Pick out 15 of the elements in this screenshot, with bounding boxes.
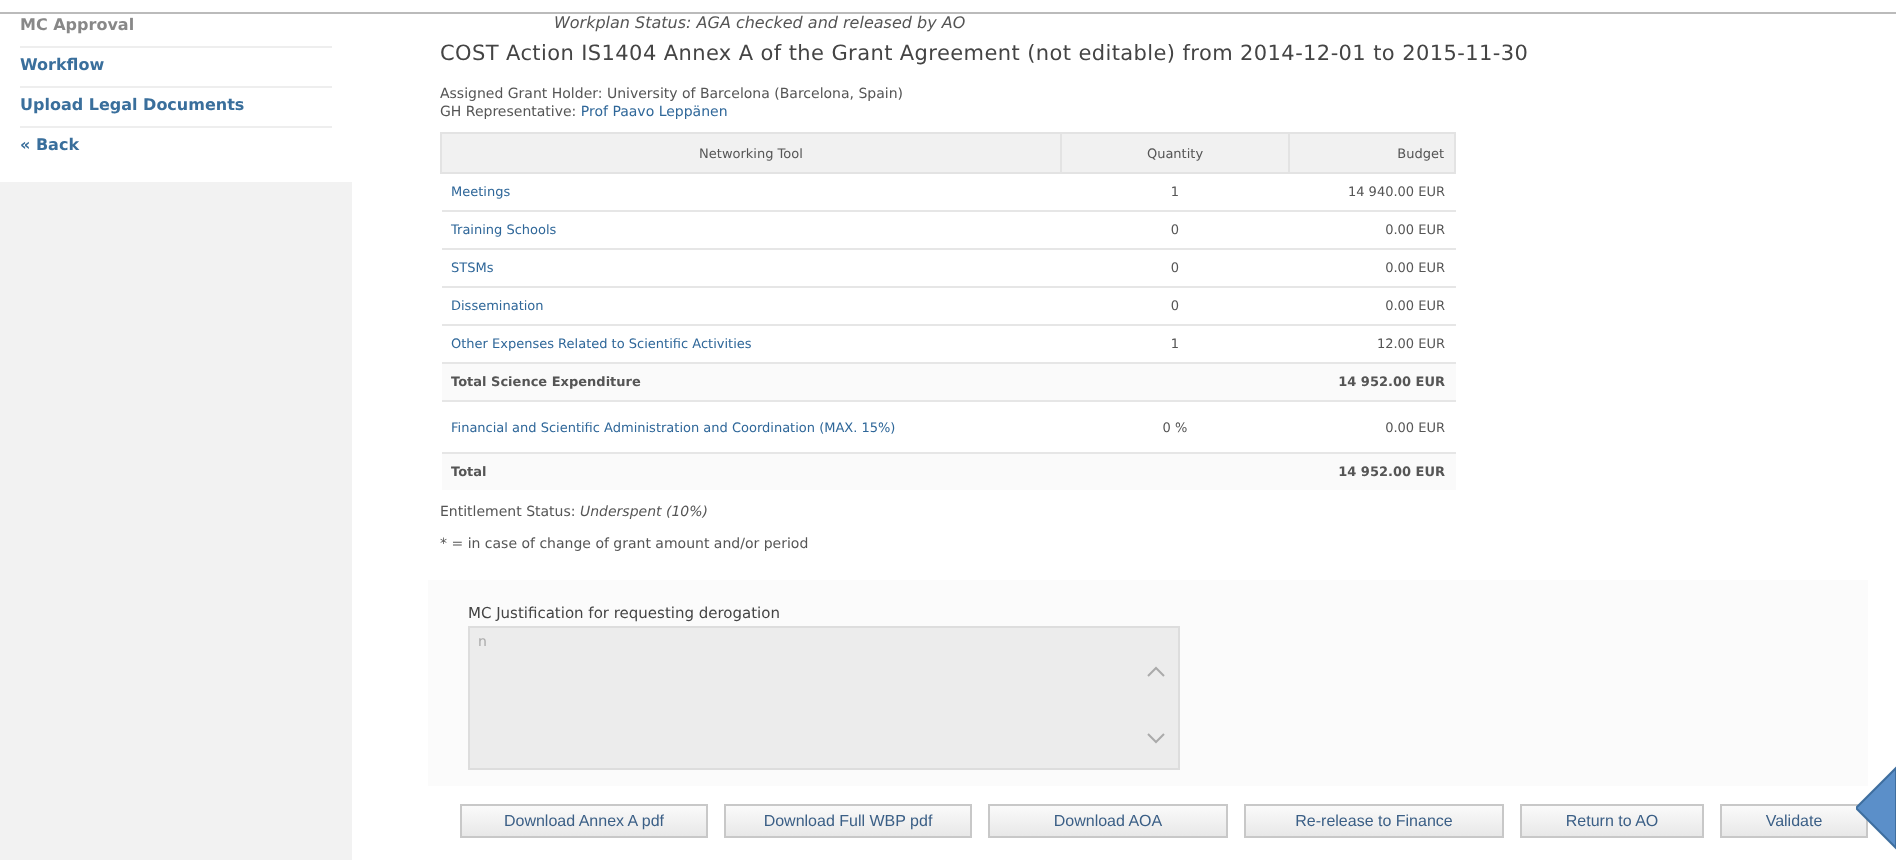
action-button[interactable]: Download Full WBP pdf xyxy=(724,804,972,838)
scroll-up-icon[interactable] xyxy=(1146,666,1166,678)
action-button[interactable]: Download Annex A pdf xyxy=(460,804,708,838)
arrow-icon xyxy=(1856,764,1896,852)
page-title: COST Action IS1404 Annex A of the Grant Agreement (not editable) from 2014-12-01 to 2015-11-30 xyxy=(440,42,1531,66)
workplan-status: Workplan Status: AGA checked and released by AO xyxy=(554,14,968,32)
action-button[interactable]: Validate xyxy=(1720,804,1868,838)
action-button[interactable]: Re-release to Finance xyxy=(1244,804,1504,838)
scroll-down-icon[interactable] xyxy=(1146,732,1166,744)
action-button[interactable]: Return to AO xyxy=(1520,804,1704,838)
sidebar-item[interactable]: MC Approval xyxy=(20,14,332,48)
sidebar-item[interactable]: « Back xyxy=(20,128,332,166)
sidebar-item[interactable]: Upload Legal Documents xyxy=(20,88,332,128)
action-button[interactable]: Download AOA xyxy=(988,804,1228,838)
sidebar-item[interactable]: Workflow xyxy=(20,48,332,88)
